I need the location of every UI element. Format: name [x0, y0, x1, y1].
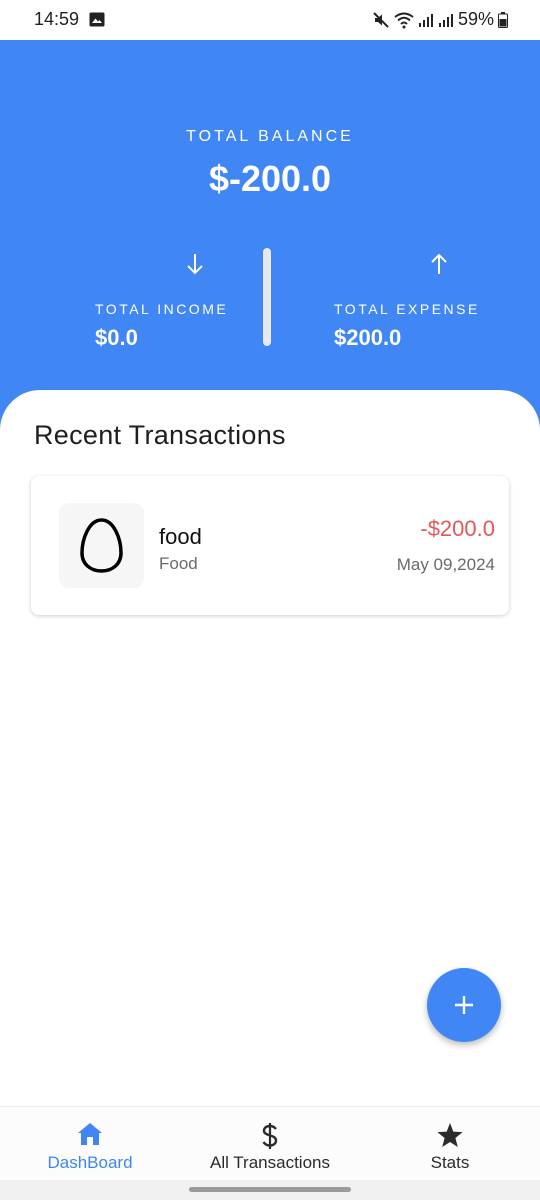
signal-icon — [438, 12, 454, 28]
transaction-name: food — [159, 524, 202, 549]
system-nav-bar — [0, 1180, 540, 1200]
gallery-icon — [89, 12, 105, 27]
nav-label-dashboard: DashBoard — [47, 1153, 133, 1172]
battery-percent: 59% — [457, 9, 494, 29]
nav-item-dashboard[interactable]: DashBoard — [20, 1107, 160, 1181]
signal-icon — [418, 12, 434, 28]
total-income-label: TOTAL INCOME — [95, 301, 229, 317]
transaction-card[interactable]: food Food -$200.0 May 09,2024 — [31, 476, 509, 615]
total-income-value: $0.0 — [95, 325, 138, 350]
egg-icon — [80, 518, 123, 573]
divider — [263, 248, 271, 346]
total-balance-label: TOTAL BALANCE — [186, 128, 354, 145]
total-expense-value: $200.0 — [334, 325, 402, 350]
home-indicator[interactable] — [189, 1187, 351, 1192]
add-transaction-button[interactable] — [427, 968, 501, 1042]
total-balance-value: $-200.0 — [208, 158, 332, 199]
bottom-nav: DashBoard All Transactions Stats — [0, 1106, 540, 1181]
arrow-down-icon — [184, 250, 206, 278]
status-bar: 14:59 59% — [0, 0, 540, 40]
transaction-category: Food — [159, 554, 198, 573]
wifi-icon — [394, 11, 414, 29]
battery-icon — [498, 11, 508, 28]
home-icon — [78, 1123, 102, 1145]
balance-header: TOTAL BALANCE $-200.0 TOTAL INCOME $0.0 … — [0, 40, 540, 430]
nav-item-stats[interactable]: Stats — [400, 1107, 500, 1181]
nav-label-all-transactions: All Transactions — [210, 1153, 330, 1172]
transaction-icon-box — [59, 503, 144, 588]
section-title: Recent Transactions — [34, 420, 286, 450]
total-expense-label: TOTAL EXPENSE — [334, 301, 480, 317]
transaction-amount: -$200.0 — [420, 516, 495, 541]
transaction-date: May 09,2024 — [396, 555, 495, 574]
dollar-icon — [262, 1123, 278, 1149]
arrow-up-icon — [428, 250, 450, 278]
status-time: 14:59 — [34, 9, 80, 29]
star-icon — [437, 1123, 463, 1147]
plus-icon — [455, 996, 473, 1014]
nav-item-all-transactions[interactable]: All Transactions — [190, 1107, 350, 1181]
mute-icon — [372, 11, 390, 29]
nav-label-stats: Stats — [430, 1153, 470, 1172]
status-icons: 59% — [372, 9, 508, 30]
